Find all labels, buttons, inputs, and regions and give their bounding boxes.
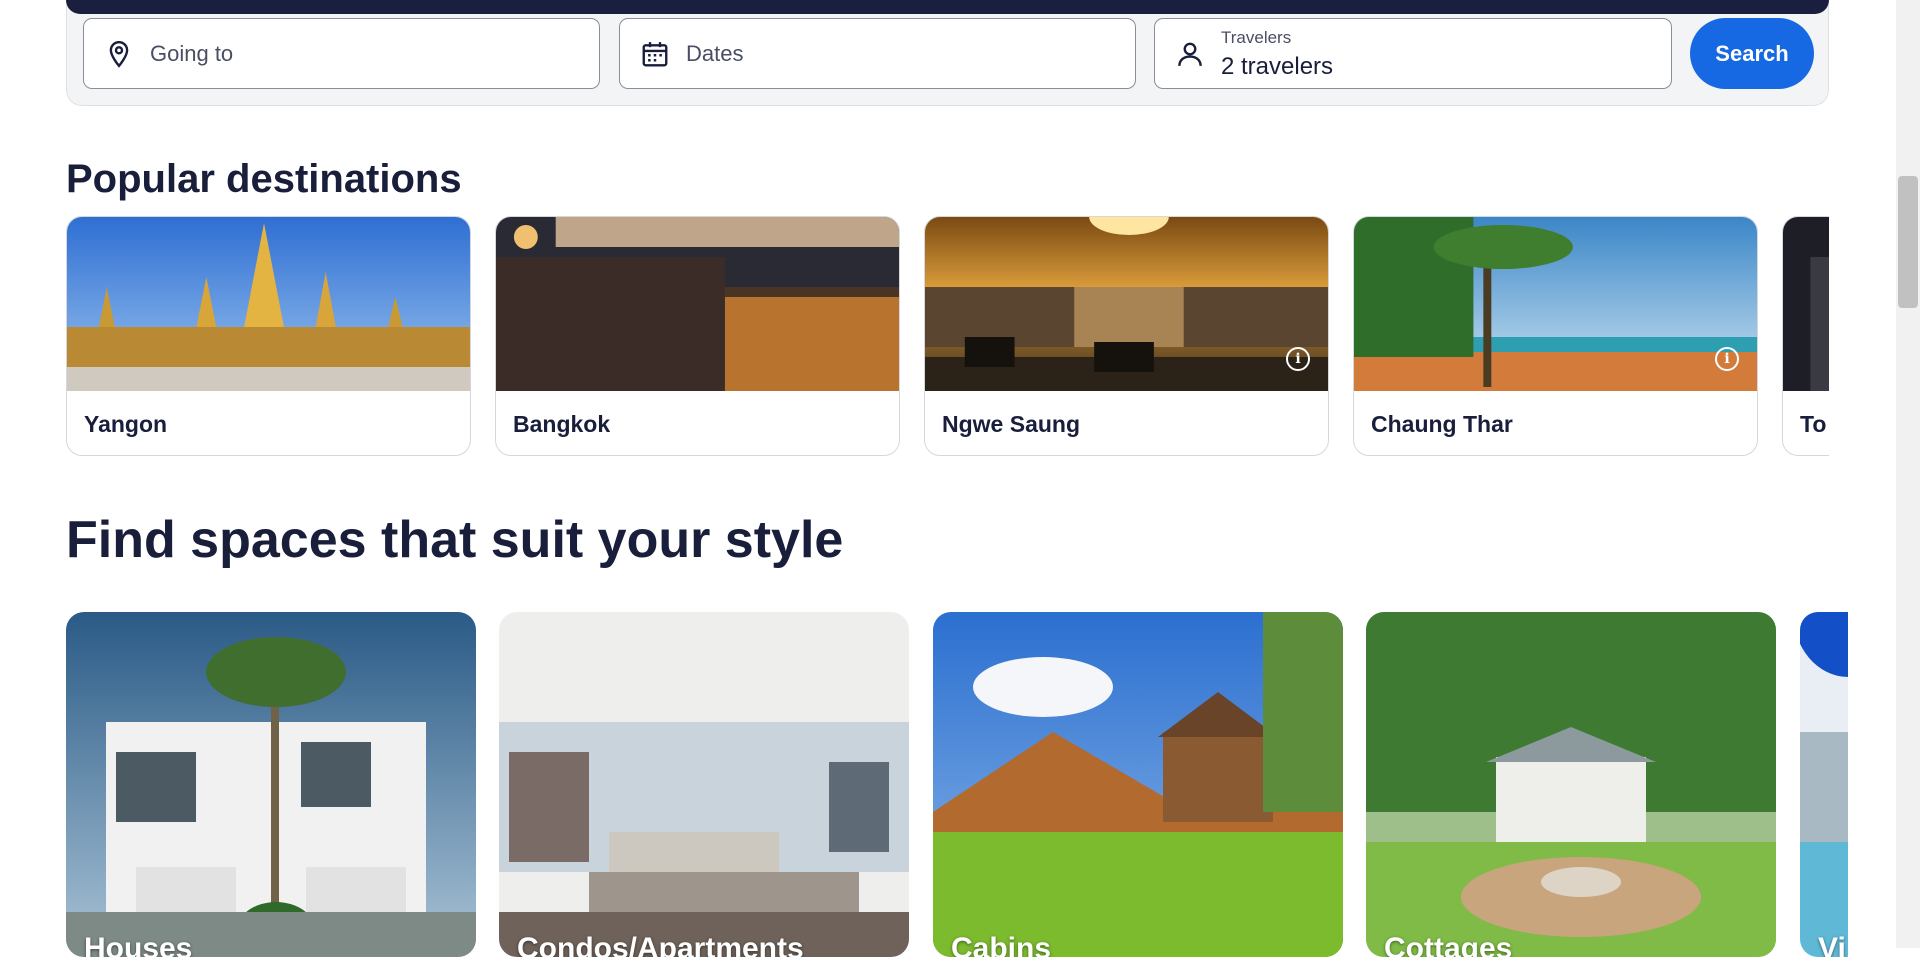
space-image xyxy=(933,612,1343,957)
space-name: Cottages xyxy=(1384,932,1513,957)
destination-card-bangkok[interactable]: Bangkok xyxy=(495,216,900,456)
space-card-partial[interactable]: Vi xyxy=(1800,612,1848,957)
space-card-houses[interactable]: Houses xyxy=(66,612,476,957)
travelers-field[interactable]: Travelers 2 travelers xyxy=(1154,18,1672,89)
space-image xyxy=(66,612,476,957)
destination-image xyxy=(67,217,470,391)
destination-card-yangon[interactable]: Yangon xyxy=(66,216,471,456)
space-image xyxy=(1800,612,1848,957)
space-image xyxy=(1366,612,1776,957)
destination-placeholder: Going to xyxy=(150,41,234,66)
info-icon[interactable]: i xyxy=(1286,347,1310,371)
destination-field[interactable]: Going to xyxy=(83,18,600,89)
travelers-value: 2 travelers xyxy=(1221,53,1334,80)
space-name: Condos/Apartments xyxy=(517,932,804,957)
calendar-icon xyxy=(642,42,668,67)
destination-image xyxy=(1783,217,1829,391)
destination-name: Chaung Thar xyxy=(1371,411,1513,437)
scrollbar-thumb[interactable] xyxy=(1898,176,1918,308)
destination-name: Yangon xyxy=(84,411,168,437)
space-name: Houses xyxy=(84,932,193,957)
destination-image xyxy=(925,217,1328,391)
space-image xyxy=(499,612,909,957)
destination-image xyxy=(1354,217,1757,391)
spaces-heading: Find spaces that suit your style xyxy=(66,511,844,569)
header-edge xyxy=(66,0,1829,14)
search-bar: Going to Dates Travelers 2 travelers Sea… xyxy=(66,0,1829,106)
person-icon xyxy=(1178,42,1202,66)
space-card-cottages[interactable]: Cottages xyxy=(1366,612,1776,957)
info-icon[interactable]: i xyxy=(1715,347,1739,371)
search-button[interactable]: Search xyxy=(1690,18,1814,89)
dates-label: Dates xyxy=(686,41,744,66)
space-card-condos[interactable]: Condos/Apartments xyxy=(499,612,909,957)
space-name: Vi xyxy=(1818,932,1846,957)
destination-name: Bangkok xyxy=(513,411,611,437)
destination-card-ngwe-saung[interactable]: i Ngwe Saung xyxy=(924,216,1329,456)
destination-name: Ngwe Saung xyxy=(942,411,1081,437)
destination-name: To xyxy=(1800,411,1827,437)
scrollbar-track[interactable] xyxy=(1896,0,1920,948)
travelers-label: Travelers xyxy=(1221,28,1292,47)
destination-card-partial[interactable]: To xyxy=(1782,216,1829,456)
dates-field[interactable]: Dates xyxy=(619,18,1136,89)
destination-image xyxy=(496,217,899,391)
popular-destinations-heading: Popular destinations xyxy=(66,157,462,201)
destination-card-chaung-thar[interactable]: i Chaung Thar xyxy=(1353,216,1758,456)
map-pin-icon xyxy=(109,40,129,68)
space-card-cabins[interactable]: Cabins xyxy=(933,612,1343,957)
space-name: Cabins xyxy=(951,932,1052,957)
